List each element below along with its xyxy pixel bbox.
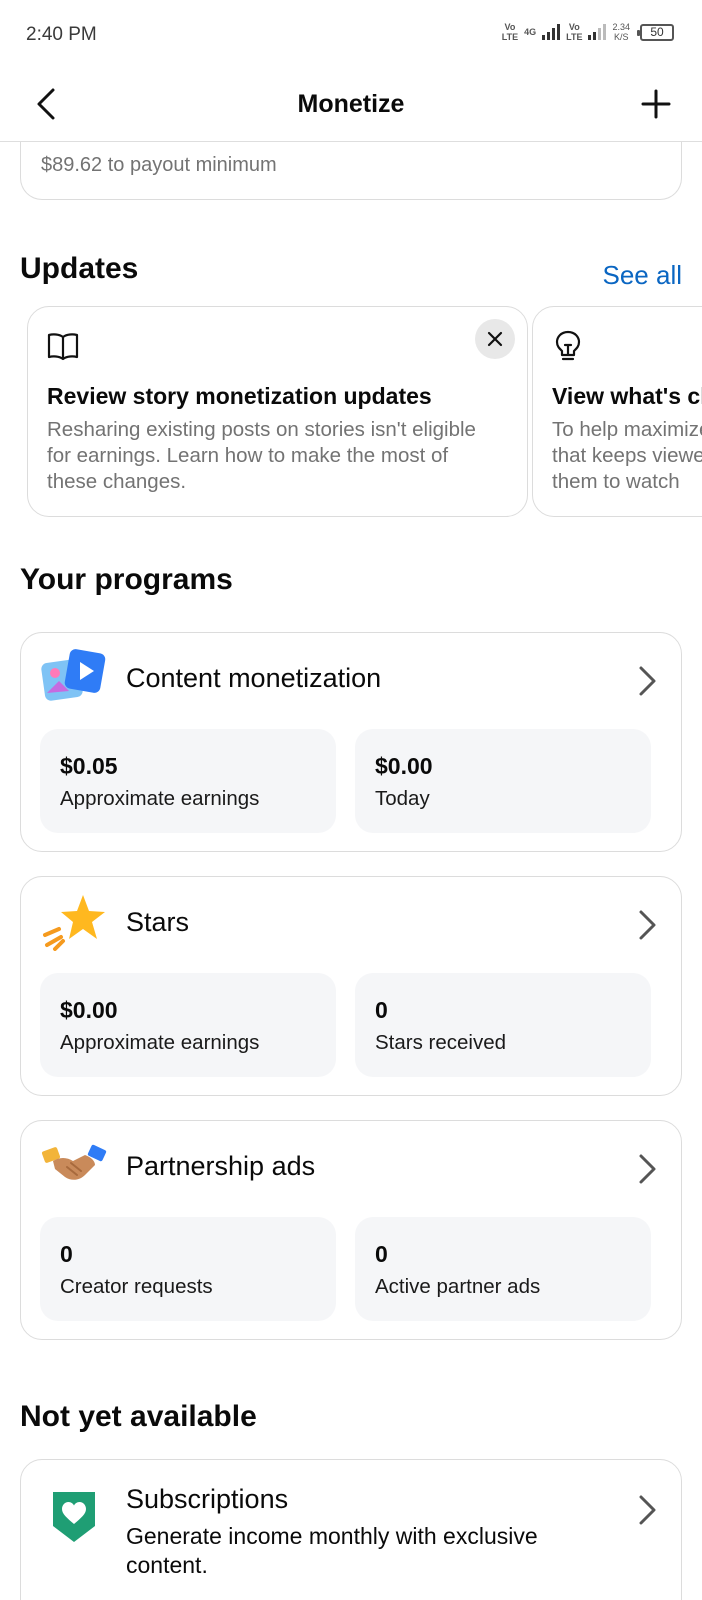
status-bar: 2:40 PM Vo LTE 4G Vo LTE 2.34 K/S 50 xyxy=(0,0,702,70)
stat-label: Approximate earnings xyxy=(60,787,260,810)
chevron-right-icon xyxy=(635,1151,659,1187)
program-card-partnership-ads[interactable]: Partnership ads 0 Creator requests 0 Act… xyxy=(20,1120,682,1340)
update-card[interactable]: Review story monetization updates Reshar… xyxy=(27,306,528,517)
subscriptions-heart-icon xyxy=(53,1492,95,1542)
speed-unit: K/S xyxy=(613,32,629,42)
update-body-line: To help maximize earnings from content xyxy=(552,418,702,441)
stat-value: $0.00 xyxy=(60,997,118,1023)
speed-value: 2.34 xyxy=(612,22,630,32)
content-monetization-icon xyxy=(41,649,106,701)
plus-icon xyxy=(641,89,671,119)
battery-level: 50 xyxy=(650,24,664,39)
network-speed: 2.34 K/S xyxy=(612,22,630,42)
stat-value: 0 xyxy=(375,997,388,1023)
payout-minimum-text: $89.62 to payout minimum xyxy=(41,154,277,176)
program-card-stars[interactable]: Stars $0.00 Approximate earnings 0 Stars… xyxy=(20,876,682,1096)
volte-1-label: Vo LTE xyxy=(502,22,518,42)
update-body-line: these changes. xyxy=(47,470,187,493)
stat-value: 0 xyxy=(60,1241,73,1267)
update-title: View what's changed xyxy=(552,383,702,409)
program-card-content-monetization[interactable]: Content monetization $0.05 Approximate e… xyxy=(20,632,682,852)
programs-heading: Your programs xyxy=(20,563,233,596)
update-body-line: Resharing existing posts on stories isn'… xyxy=(47,418,476,441)
handshake-icon xyxy=(41,1144,107,1180)
update-body: Resharing existing posts on stories isn'… xyxy=(47,417,507,495)
update-card[interactable]: View what's changed To help maximize ear… xyxy=(532,306,702,517)
program-title: Content monetization xyxy=(126,663,382,693)
description-line: content. xyxy=(126,1552,208,1578)
updates-heading: Updates xyxy=(20,252,139,285)
app-header: Monetize xyxy=(0,70,702,142)
stat-label: Creator requests xyxy=(60,1275,213,1298)
status-icons: Vo LTE 4G Vo LTE 2.34 K/S 50 xyxy=(502,22,674,42)
stat-value: 0 xyxy=(375,1241,388,1267)
not-available-heading: Not yet available xyxy=(20,1400,257,1433)
page-title: Monetize xyxy=(297,90,405,118)
stat-today: $0.00 Today xyxy=(355,729,651,833)
signal-2-icon xyxy=(588,24,607,40)
lightbulb-icon xyxy=(555,330,581,361)
program-description: Generate income monthly with exclusive c… xyxy=(126,1522,606,1580)
stat-approximate-earnings: $0.05 Approximate earnings xyxy=(40,729,336,833)
stat-label: Today xyxy=(375,787,430,810)
volte-1-bottom: LTE xyxy=(501,32,519,42)
dismiss-update-button[interactable] xyxy=(475,319,515,359)
stat-value: $0.05 xyxy=(60,753,118,779)
description-line: Generate income monthly with exclusive xyxy=(126,1523,538,1549)
program-card-subscriptions[interactable]: Subscriptions Generate income monthly wi… xyxy=(20,1459,682,1600)
status-time: 2:40 PM xyxy=(26,24,97,45)
stat-stars-received: 0 Stars received xyxy=(355,973,651,1077)
see-all-link[interactable]: See all xyxy=(603,260,683,291)
update-body: To help maximize earnings from content t… xyxy=(552,417,702,495)
program-title: Partnership ads xyxy=(126,1151,316,1181)
battery-icon: 50 xyxy=(637,23,674,41)
network-4g-text: 4G xyxy=(524,27,537,37)
volte-2-top: Vo xyxy=(568,22,580,32)
book-icon xyxy=(47,333,79,361)
add-button[interactable] xyxy=(636,84,676,124)
update-body-line: them to watch xyxy=(552,470,680,493)
stat-label: Stars received xyxy=(375,1031,507,1054)
update-body-line: for earnings. Learn how to make the most… xyxy=(47,444,449,467)
volte-2-label: Vo LTE xyxy=(566,22,582,42)
program-title: Subscriptions xyxy=(126,1484,289,1514)
update-title: Review story monetization updates xyxy=(47,383,432,409)
volte-2-bottom: LTE xyxy=(566,32,583,42)
network-4g-label: 4G xyxy=(524,27,536,37)
stat-active-partner-ads: 0 Active partner ads xyxy=(355,1217,651,1321)
chevron-right-icon xyxy=(635,1492,659,1528)
update-body-line: that keeps viewers engaged, encourage xyxy=(552,444,702,467)
updates-carousel[interactable]: Review story monetization updates Reshar… xyxy=(27,306,702,518)
stat-creator-requests: 0 Creator requests xyxy=(40,1217,336,1321)
volte-1-top: Vo xyxy=(504,22,516,32)
stat-approximate-earnings: $0.00 Approximate earnings xyxy=(40,973,336,1077)
stat-label: Active partner ads xyxy=(375,1275,541,1298)
stat-value: $0.00 xyxy=(375,753,433,779)
chevron-right-icon xyxy=(635,907,659,943)
close-icon xyxy=(487,331,503,347)
stat-label: Approximate earnings xyxy=(60,1031,260,1054)
signal-1-icon xyxy=(542,24,561,40)
program-title: Stars xyxy=(126,907,190,937)
star-icon xyxy=(43,895,105,951)
chevron-right-icon xyxy=(635,663,659,699)
